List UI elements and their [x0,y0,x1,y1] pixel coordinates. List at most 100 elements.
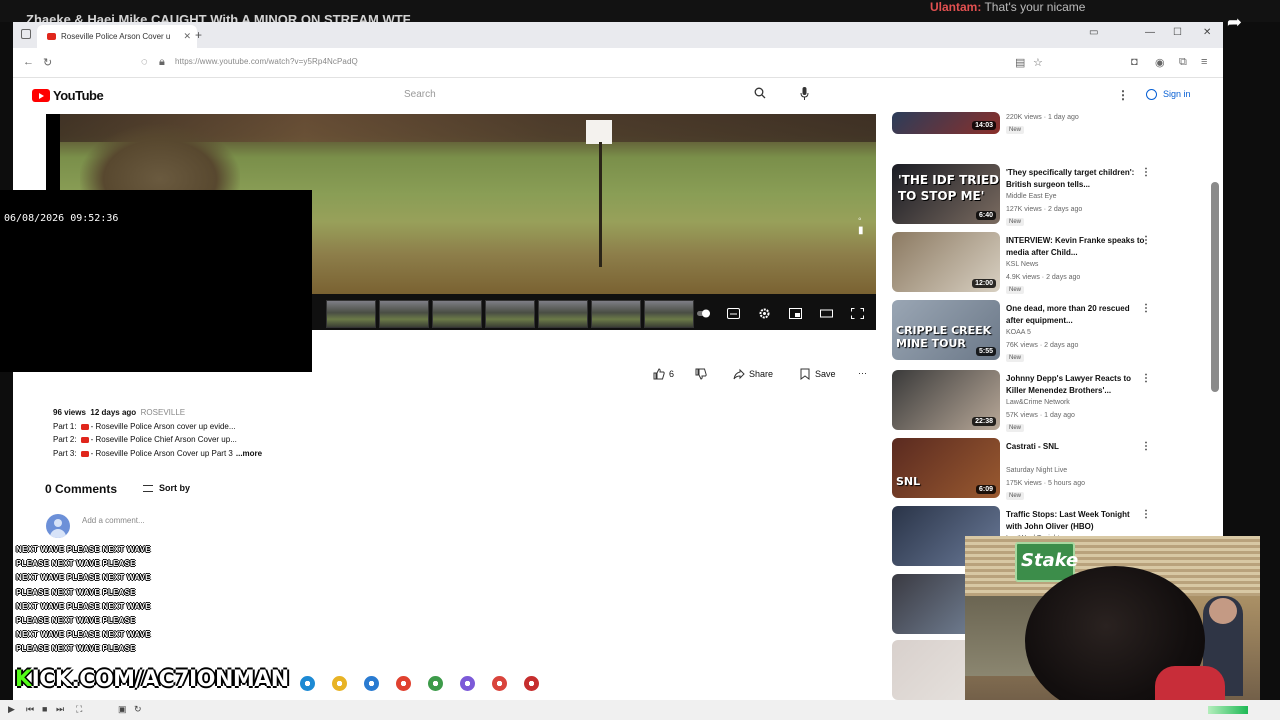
rec-menu-icon[interactable]: ⋮ [1141,235,1151,246]
kick-k: K [15,667,32,692]
fullscreen-icon[interactable] [851,308,864,319]
preview-thumbnail[interactable] [326,300,376,328]
rec-title[interactable]: One dead, more than 20 rescued after equ… [1006,303,1146,327]
page-scrollbar[interactable] [1211,182,1219,392]
rec-video-item[interactable]: SNL 6:09 Castrati - SNL Saturday Night Live… [889,438,1209,502]
rec-video-item[interactable]: 'THE IDF TRIED TO STOP ME' 6:40 'They spec… [889,164,1209,228]
share-arrow-icon[interactable]: ➦ [1227,12,1242,33]
rec-thumbnail[interactable]: 14:03 [892,112,1000,134]
close-window-icon[interactable]: ✕ [1203,27,1211,38]
rec-thumbnail[interactable]: 'THE IDF TRIED TO STOP ME' 6:40 [892,164,1000,224]
rec-thumbnail[interactable]: 22:38 [892,370,1000,430]
play-icon[interactable]: ▶ [8,704,15,715]
lock-icon[interactable]: 🔒︎ [159,56,165,69]
save-bookmark-icon [800,368,810,380]
chrome-canary-icon[interactable] [524,676,539,691]
rec-thumbnail[interactable]: SNL 6:09 [892,438,1000,498]
show-more-link[interactable]: ...more [236,449,262,458]
add-comment-input[interactable]: Add a comment... [82,516,862,529]
maximize-icon[interactable]: ☐ [1173,27,1182,38]
browser-tab[interactable]: Roseville Police Arson Cover u ✕ [37,25,197,48]
theater-mode-icon[interactable] [820,308,833,319]
tracking-shield-icon[interactable]: ◌ [141,56,148,68]
loop-icon[interactable]: ↻ [134,704,142,715]
rec-thumbnail[interactable]: 12:00 [892,232,1000,292]
reader-view-icon[interactable]: ▤ [1015,56,1025,69]
video-description[interactable]: 96 views 12 days ago ROSEVILLE Part 1: - … [53,406,262,460]
new-tab-icon[interactable]: + [195,28,202,42]
chrome-dev-icon[interactable] [492,676,507,691]
rec-title[interactable]: 'They specifically target children': Bri… [1006,167,1146,191]
rec-title[interactable]: Johnny Depp's Lawyer Reacts to Killer Me… [1006,373,1146,397]
edge-icon[interactable] [300,676,315,691]
folder-icon[interactable] [332,676,347,691]
rec-thumbnail[interactable]: CRIPPLE CREEK MINE TOUR 5:55 [892,300,1000,360]
share-button[interactable]: Share [733,368,773,380]
player-side-controls[interactable]: ◦ ▮ [858,214,868,236]
tab-close-icon[interactable]: ✕ [183,31,191,42]
preview-thumbnails[interactable] [326,300,694,328]
sidebar-toggle-icon[interactable] [21,29,31,39]
part-link[interactable]: - Roseville Police Arson cover up evide.… [91,422,236,431]
preview-thumbnail[interactable] [432,300,482,328]
skip-forward-icon[interactable]: ⏭ [56,704,64,715]
subtitles-icon[interactable] [727,308,740,319]
refresh-icon[interactable]: ↻ [43,56,52,69]
chrome-icon[interactable] [428,676,443,691]
rec-menu-icon[interactable]: ⋮ [1141,509,1151,520]
tab-actions-icon[interactable]: ▭ [1089,27,1098,38]
save-button[interactable]: Save [799,368,836,380]
bookmark-star-icon[interactable]: ☆ [1033,56,1043,69]
rec-title[interactable]: Castrati - SNL [1006,441,1146,453]
obs-icon[interactable] [460,676,475,691]
preview-thumbnail[interactable] [591,300,641,328]
kick-watermark: KICK.COM/AC7IONMAN [15,667,289,692]
new-badge: New [1006,424,1025,432]
dislike-button[interactable] [695,368,707,380]
rec-menu-icon[interactable]: ⋮ [1141,373,1151,384]
autoplay-toggle-icon[interactable] [697,308,710,319]
rec-video-item[interactable]: CRIPPLE CREEK MINE TOUR 5:55 One dead, mor… [889,300,1209,364]
settings-kebab-icon[interactable]: ⋮ [1117,88,1129,102]
sign-in-button[interactable]: Sign in [1141,85,1199,105]
fullscreen-small-icon[interactable]: ⛶ [76,704,82,715]
layout-icon[interactable]: ▣ [118,704,127,715]
hashtag[interactable]: ROSEVILLE [141,408,185,417]
sort-by-button[interactable]: Sort by [143,483,190,493]
part-link[interactable]: - Roseville Police Arson Cover up Part 3 [91,449,233,458]
menu-icon[interactable]: ≡ [1201,56,1207,68]
preview-thumbnail[interactable] [485,300,535,328]
minimize-icon[interactable]: — [1145,27,1155,38]
preview-thumbnail[interactable] [644,300,694,328]
extensions-icon[interactable]: ⧉ [1179,56,1187,69]
webcam-feed: Stake [965,536,1260,700]
youtube-logo[interactable]: YouTube [32,88,104,103]
microphone-icon[interactable] [800,87,809,100]
account-icon[interactable]: ◉ [1155,56,1165,69]
settings-gear-icon[interactable] [758,308,771,319]
url-field[interactable]: https://www.youtube.com/watch?v=y5Rp4NcP… [175,57,358,66]
more-actions-icon[interactable]: ··· [858,368,867,378]
skip-back-icon[interactable]: ⏮ [26,704,34,715]
rec-video-item[interactable]: 12:00 INTERVIEW: Kevin Franke speaks to m… [889,232,1209,296]
back-icon[interactable]: ← [23,56,34,68]
rec-title[interactable]: Traffic Stops: Last Week Tonight with Jo… [1006,509,1146,533]
stop-icon[interactable]: ■ [42,704,47,714]
rec-menu-icon[interactable]: ⋮ [1141,441,1151,452]
rec-video-item[interactable]: 22:38 Johnny Depp's Lawyer Reacts to Kill… [889,370,1209,434]
preview-thumbnail[interactable] [379,300,429,328]
search-icon[interactable] [754,87,766,99]
chrome-red-icon[interactable] [396,676,411,691]
miniplayer-icon[interactable] [789,308,802,319]
search-input[interactable]: Search [398,85,778,105]
rec-menu-icon[interactable]: ⋮ [1141,303,1151,314]
comments-count: 0 Comments [45,482,118,496]
part-link[interactable]: - Roseville Police Chief Arson Cover up.… [91,435,237,444]
like-button[interactable]: 6 [653,368,674,380]
preview-thumbnail[interactable] [538,300,588,328]
mail-icon[interactable] [364,676,379,691]
rec-menu-icon[interactable]: ⋮ [1141,167,1151,178]
pocket-icon[interactable]: ◘ [1131,56,1138,68]
rec-title[interactable]: INTERVIEW: Kevin Franke speaks to media … [1006,235,1146,259]
volume-bar[interactable] [1208,706,1248,714]
